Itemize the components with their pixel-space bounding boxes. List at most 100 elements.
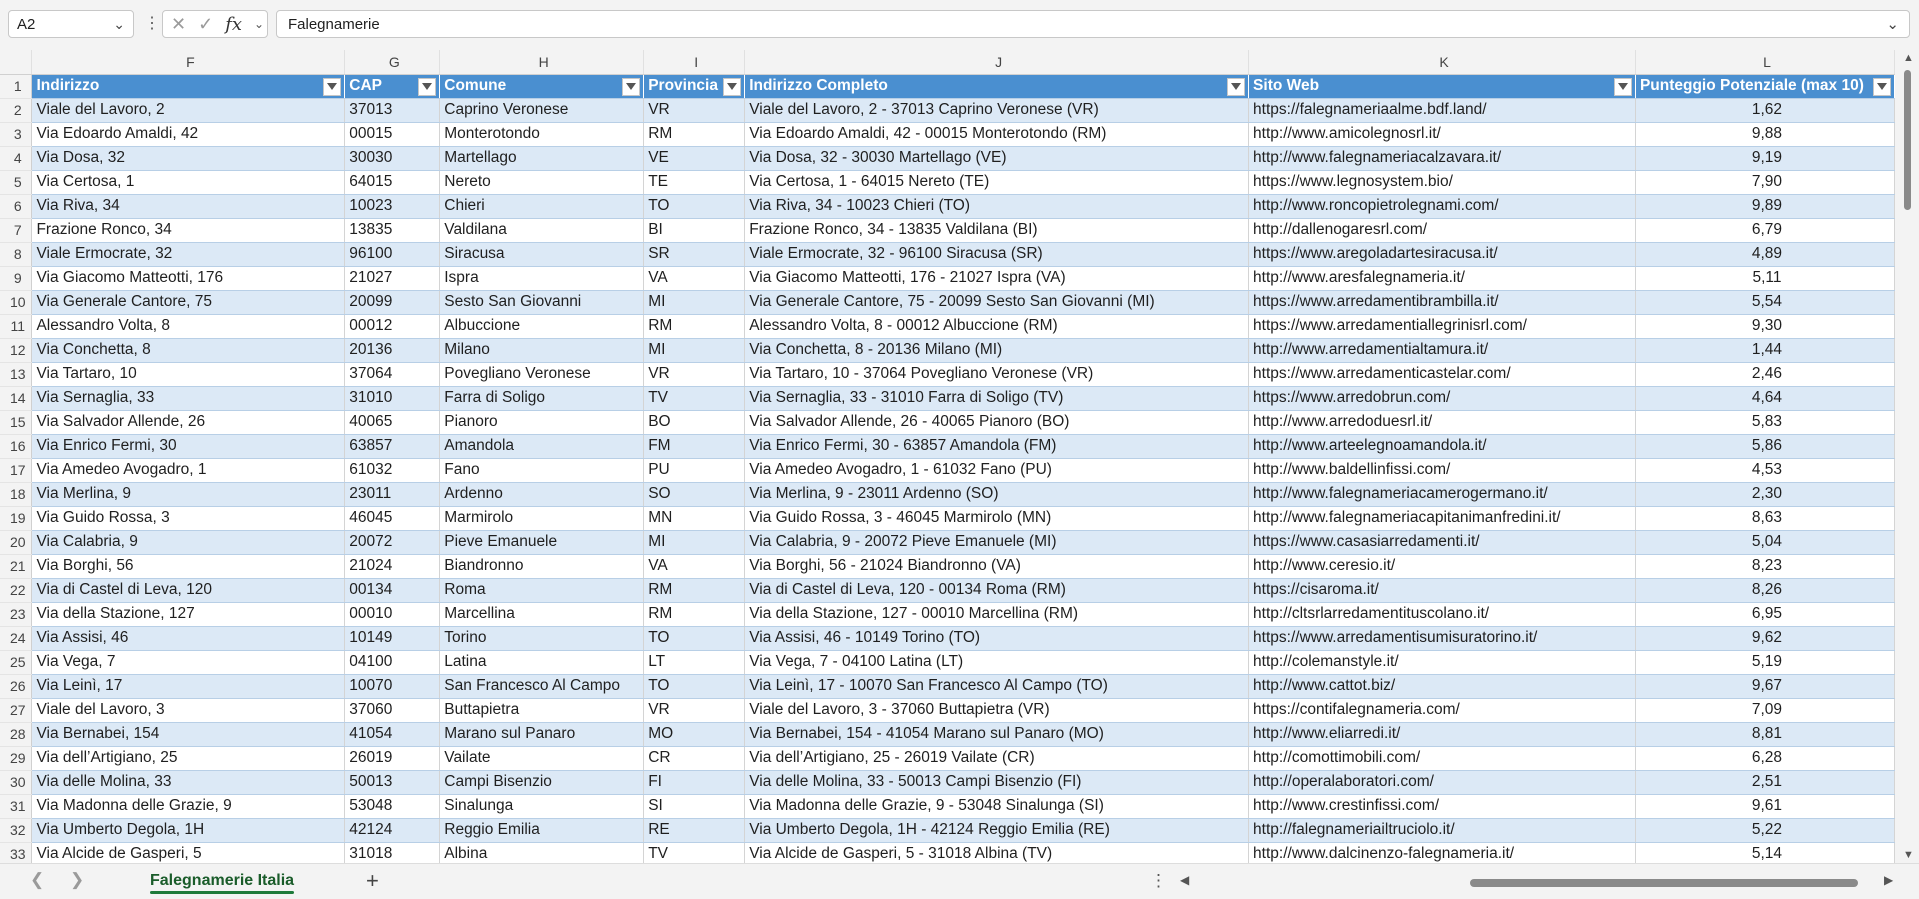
cell-provincia[interactable]: VR <box>643 362 746 387</box>
cell-punteggio[interactable]: 9,19 <box>1635 146 1895 171</box>
cell-comune[interactable]: Biandronno <box>439 554 645 579</box>
expand-formula-bar-icon[interactable]: ⌄ <box>1886 15 1899 33</box>
cell-indirizzo-completo[interactable]: Frazione Ronco, 34 - 13835 Valdilana (BI… <box>744 218 1250 243</box>
cell-provincia[interactable]: BI <box>643 218 746 243</box>
cell-indirizzo[interactable]: Via dell’Artigiano, 25 <box>31 746 346 771</box>
header-cell-indirizzo-completo[interactable]: Indirizzo Completo <box>744 74 1250 99</box>
cell-comune[interactable]: Buttapietra <box>439 698 645 723</box>
cell-comune[interactable]: San Francesco Al Campo <box>439 674 645 699</box>
cell-comune[interactable]: Chieri <box>439 194 645 219</box>
cell-comune[interactable]: Campi Bisenzio <box>439 770 645 795</box>
cell-comune[interactable]: Ardenno <box>439 482 645 507</box>
cell-provincia[interactable]: TO <box>643 626 746 651</box>
cell-provincia[interactable]: RM <box>643 122 746 147</box>
cell-sito-web[interactable]: http://www.ceresio.it/ <box>1248 554 1636 579</box>
column-header-l[interactable]: L <box>1635 50 1895 75</box>
cell-sito-web[interactable]: https://contifalegnameria.com/ <box>1248 698 1636 723</box>
cell-sito-web[interactable]: http://www.falegnameriacapitanimanfredin… <box>1248 506 1636 531</box>
cell-punteggio[interactable]: 7,90 <box>1635 170 1895 195</box>
header-cell-provincia[interactable]: Provincia <box>643 74 746 99</box>
cell-cap[interactable]: 10149 <box>344 626 441 651</box>
cell-sito-web[interactable]: http://www.cattot.biz/ <box>1248 674 1636 699</box>
cell-comune[interactable]: Albuccione <box>439 314 645 339</box>
row-header[interactable]: 2 <box>0 98 33 123</box>
cell-indirizzo-completo[interactable]: Via Certosa, 1 - 64015 Nereto (TE) <box>744 170 1250 195</box>
cell-indirizzo-completo[interactable]: Via Edoardo Amaldi, 42 - 00015 Monteroto… <box>744 122 1250 147</box>
cell-indirizzo-completo[interactable]: Via Alcide de Gasperi, 5 - 31018 Albina … <box>744 842 1250 863</box>
cell-sito-web[interactable]: http://dallenogaresrl.com/ <box>1248 218 1636 243</box>
cell-indirizzo-completo[interactable]: Via della Stazione, 127 - 00010 Marcelli… <box>744 602 1250 627</box>
cell-indirizzo-completo[interactable]: Via delle Molina, 33 - 50013 Campi Bisen… <box>744 770 1250 795</box>
cell-comune[interactable]: Sesto San Giovanni <box>439 290 645 315</box>
cell-cap[interactable]: 37064 <box>344 362 441 387</box>
filter-dropdown-icon[interactable] <box>1227 77 1246 96</box>
row-header[interactable]: 21 <box>0 554 33 579</box>
cell-cap[interactable]: 20072 <box>344 530 441 555</box>
filter-dropdown-icon[interactable] <box>723 77 742 96</box>
header-cell-cap[interactable]: CAP <box>344 74 441 99</box>
cell-indirizzo[interactable]: Alessandro Volta, 8 <box>31 314 346 339</box>
column-header-i[interactable]: I <box>643 50 746 75</box>
cell-punteggio[interactable]: 8,23 <box>1635 554 1895 579</box>
cell-indirizzo-completo[interactable]: Via Conchetta, 8 - 20136 Milano (MI) <box>744 338 1250 363</box>
cell-cap[interactable]: 21024 <box>344 554 441 579</box>
column-header-j[interactable]: J <box>744 50 1250 75</box>
cell-sito-web[interactable]: http://www.falegnameriacamerogermano.it/ <box>1248 482 1636 507</box>
cell-provincia[interactable]: TV <box>643 842 746 863</box>
cell-cap[interactable]: 13835 <box>344 218 441 243</box>
cell-provincia[interactable]: MO <box>643 722 746 747</box>
cell-comune[interactable]: Albina <box>439 842 645 863</box>
cell-comune[interactable]: Farra di Soligo <box>439 386 645 411</box>
cell-provincia[interactable]: TV <box>643 386 746 411</box>
cell-comune[interactable]: Pianoro <box>439 410 645 435</box>
cell-indirizzo-completo[interactable]: Via Guido Rossa, 3 - 46045 Marmirolo (MN… <box>744 506 1250 531</box>
cell-sito-web[interactable]: https://www.aregoladartesiracusa.it/ <box>1248 242 1636 267</box>
row-header[interactable]: 26 <box>0 674 33 699</box>
cell-indirizzo[interactable]: Via Tartaro, 10 <box>31 362 346 387</box>
cell-comune[interactable]: Caprino Veronese <box>439 98 645 123</box>
row-header[interactable]: 28 <box>0 722 33 747</box>
cell-cap[interactable]: 21027 <box>344 266 441 291</box>
cell-indirizzo-completo[interactable]: Via Assisi, 46 - 10149 Torino (TO) <box>744 626 1250 651</box>
cell-punteggio[interactable]: 4,53 <box>1635 458 1895 483</box>
cell-comune[interactable]: Marmirolo <box>439 506 645 531</box>
cell-punteggio[interactable]: 8,26 <box>1635 578 1895 603</box>
cell-cap[interactable]: 04100 <box>344 650 441 675</box>
horizontal-scroll-thumb[interactable] <box>1470 879 1858 887</box>
cell-cap[interactable]: 50013 <box>344 770 441 795</box>
cell-indirizzo[interactable]: Via Bernabei, 154 <box>31 722 346 747</box>
name-box[interactable]: A2 ⌄ <box>8 10 134 38</box>
cell-indirizzo-completo[interactable]: Via Umberto Degola, 1H - 42124 Reggio Em… <box>744 818 1250 843</box>
cell-punteggio[interactable]: 6,79 <box>1635 218 1895 243</box>
cell-comune[interactable]: Siracusa <box>439 242 645 267</box>
cell-punteggio[interactable]: 4,64 <box>1635 386 1895 411</box>
cell-cap[interactable]: 20099 <box>344 290 441 315</box>
row-header[interactable]: 25 <box>0 650 33 675</box>
cell-sito-web[interactable]: http://www.arredoduesrl.it/ <box>1248 410 1636 435</box>
filter-dropdown-icon[interactable] <box>1873 77 1891 96</box>
cell-indirizzo[interactable]: Via della Stazione, 127 <box>31 602 346 627</box>
cell-sito-web[interactable]: http://www.arteelegnoamandola.it/ <box>1248 434 1636 459</box>
cell-provincia[interactable]: RM <box>643 578 746 603</box>
cell-indirizzo[interactable]: Via Leinì, 17 <box>31 674 346 699</box>
cell-punteggio[interactable]: 9,88 <box>1635 122 1895 147</box>
cell-punteggio[interactable]: 1,62 <box>1635 98 1895 123</box>
cell-provincia[interactable]: VR <box>643 98 746 123</box>
cell-punteggio[interactable]: 9,89 <box>1635 194 1895 219</box>
row-header[interactable]: 15 <box>0 410 33 435</box>
row-header[interactable]: 29 <box>0 746 33 771</box>
row-header[interactable]: 11 <box>0 314 33 339</box>
row-header[interactable]: 23 <box>0 602 33 627</box>
cell-punteggio[interactable]: 9,30 <box>1635 314 1895 339</box>
cell-cap[interactable]: 00010 <box>344 602 441 627</box>
cell-sito-web[interactable]: https://www.arredamentibrambilla.it/ <box>1248 290 1636 315</box>
cell-indirizzo[interactable]: Via Riva, 34 <box>31 194 346 219</box>
cell-sito-web[interactable]: http://www.roncopietrolegnami.com/ <box>1248 194 1636 219</box>
sheet-tab-falegnamerie-italia[interactable]: Falegnamerie Italia <box>138 864 306 898</box>
cell-comune[interactable]: Marcellina <box>439 602 645 627</box>
cell-sito-web[interactable]: http://www.falegnameriacalzavara.it/ <box>1248 146 1636 171</box>
cell-indirizzo-completo[interactable]: Via di Castel di Leva, 120 - 00134 Roma … <box>744 578 1250 603</box>
row-header[interactable]: 24 <box>0 626 33 651</box>
cell-punteggio[interactable]: 4,89 <box>1635 242 1895 267</box>
row-header[interactable]: 20 <box>0 530 33 555</box>
